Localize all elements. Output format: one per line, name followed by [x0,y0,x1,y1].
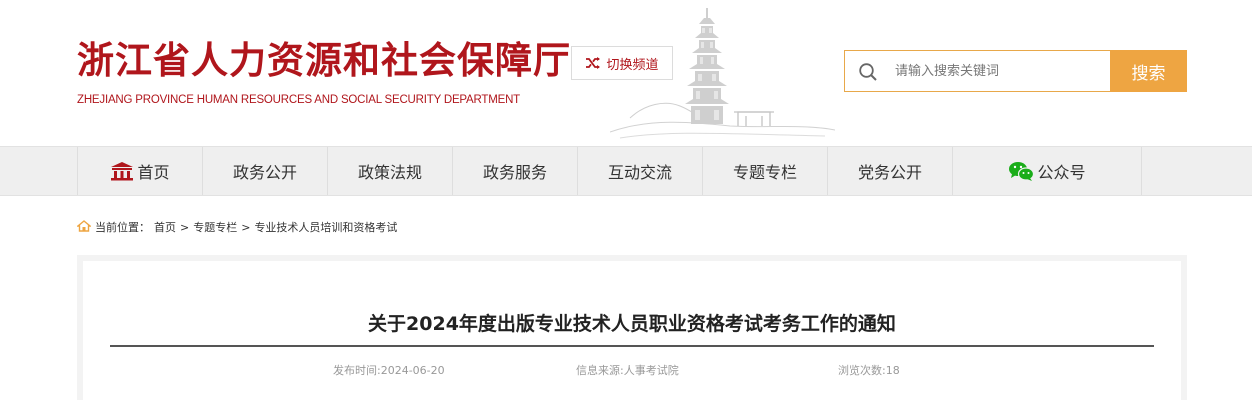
home-icon [110,161,134,181]
breadcrumb-separator: > [241,220,251,234]
nav-item-home[interactable]: 首页 [78,147,203,195]
nav-item-label: 首页 [137,163,170,182]
nav-item-wechat[interactable]: 公众号 [953,147,1142,195]
location-home-icon [76,219,92,235]
shuffle-icon [585,57,601,69]
article-title: 关于2024年度出版专业技术人员职业资格考试考务工作的通知 [368,313,896,335]
nav-item-party-affairs[interactable]: 党务公开 [828,147,953,195]
site-subtitle: ZHEJIANG PROVINCE HUMAN RESOURCES AND SO… [77,94,521,106]
nav-item-services[interactable]: 政务服务 [453,147,578,195]
site-header: 浙江省人力资源和社会保障厅 ZHEJIANG PROVINCE HUMAN RE… [0,0,1252,146]
site-title[interactable]: 浙江省人力资源和社会保障厅 [77,38,571,82]
main-nav: 首页 政务公开 政策法规 政务服务 互动交流 专题专栏 党务公开 公众号 [0,146,1252,196]
search-icon [858,62,878,86]
pagoda-illustration [610,8,835,139]
search-box: 搜索 [844,50,1187,92]
title-divider [110,345,1154,347]
nav-item-special-topics[interactable]: 专题专栏 [703,147,828,195]
publish-time: 发布时间:2024-06-20 [333,364,445,377]
breadcrumb: 当前位置： 首页 > 专题专栏 > 专业技术人员培训和资格考试 [76,219,397,235]
breadcrumb-prefix: 当前位置： [95,221,150,234]
search-input[interactable] [895,51,1109,91]
nav-item-policies[interactable]: 政策法规 [328,147,453,195]
nav-item-government-affairs[interactable]: 政务公开 [203,147,328,195]
nav-item-label: 公众号 [1037,163,1086,182]
article-panel: 关于2024年度出版专业技术人员职业资格考试考务工作的通知 发布时间:2024-… [83,261,1181,400]
info-source: 信息来源:人事考试院 [576,364,679,377]
breadcrumb-link-training-exams[interactable]: 专业技术人员培训和资格考试 [254,219,397,235]
wechat-icon [1008,161,1035,181]
nav-item-interaction[interactable]: 互动交流 [578,147,703,195]
breadcrumb-link-home[interactable]: 首页 [154,219,176,235]
breadcrumb-link-special-topics[interactable]: 专题专栏 [193,219,237,235]
breadcrumb-separator: > [180,220,190,234]
view-count: 浏览次数:18 [838,364,900,377]
search-button[interactable]: 搜索 [1110,50,1187,92]
